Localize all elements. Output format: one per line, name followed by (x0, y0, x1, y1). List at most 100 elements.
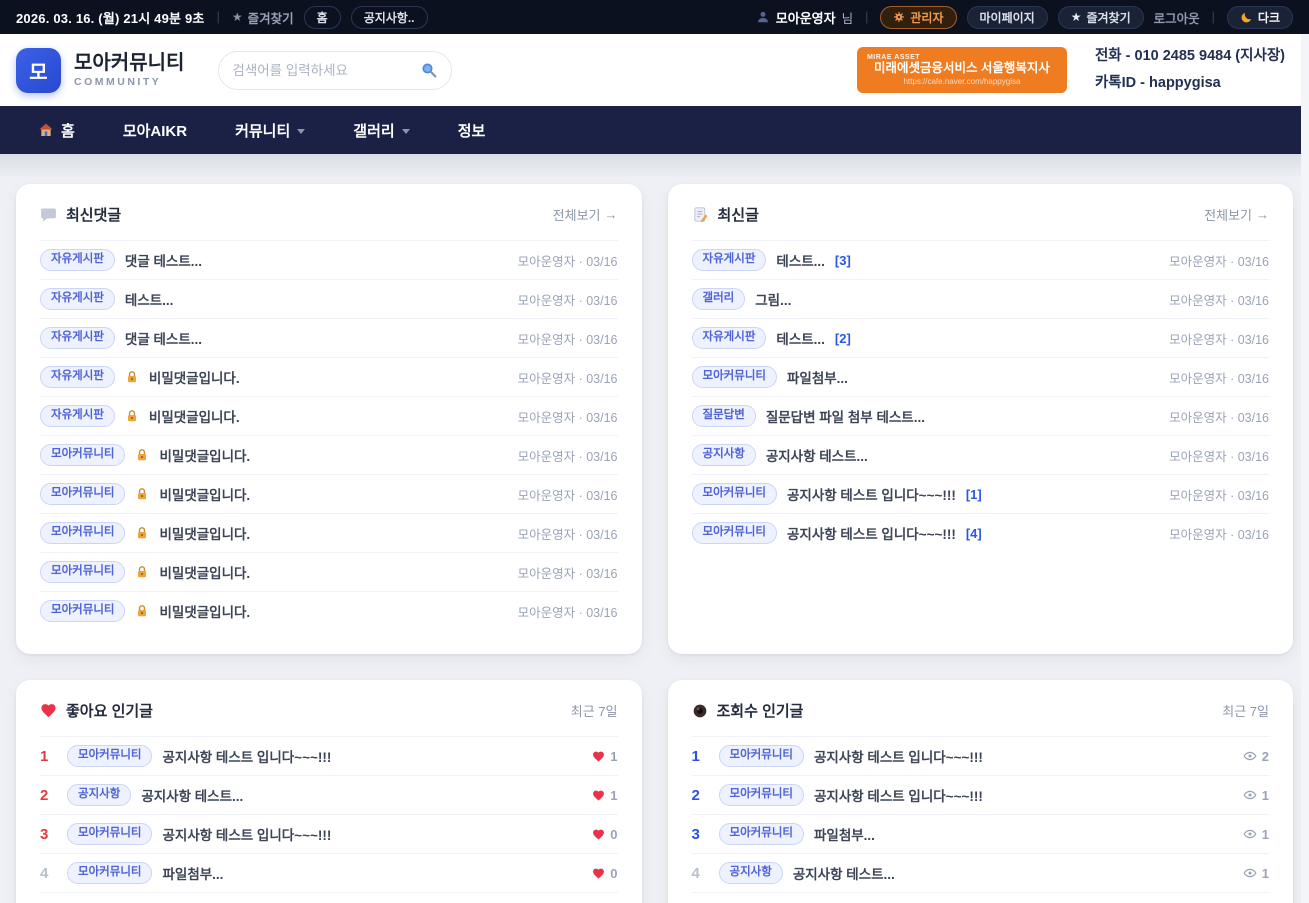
nav-community[interactable]: 커뮤니티 (235, 120, 305, 141)
rank-number: 3 (40, 826, 57, 843)
chevron-down-icon (297, 129, 305, 134)
eye-icon (1243, 866, 1257, 880)
main-content: 최신댓글 전체보기→ 자유게시판댓글 테스트...모아운영자 · 03/16 자… (0, 154, 1309, 903)
list-item[interactable]: 자유게시판비밀댓글입니다.모아운영자 · 03/16 (40, 396, 618, 435)
item-text: 댓글 테스트... (125, 328, 202, 348)
list-item[interactable]: 4공지사항공지사항 테스트...1 (692, 853, 1270, 892)
site-subtitle: COMMUNITY (74, 76, 184, 88)
divider: | (217, 10, 220, 24)
lock-icon (135, 487, 149, 501)
list-item[interactable]: 모아커뮤니티공지사항 테스트 입니다~~~!!![4]모아운영자 · 03/16 (692, 513, 1270, 552)
card-header: 좋아요 인기글 최근 7일 (16, 680, 642, 736)
list-item[interactable]: 공지사항공지사항 테스트...모아운영자 · 03/16 (692, 435, 1270, 474)
ad-banner[interactable]: MIRAE ASSET 미래에셋금융서비스 서울행복지사 https://caf… (857, 47, 1067, 93)
list-item[interactable]: 1모아커뮤니티공지사항 테스트 입니다~~~!!!2 (692, 736, 1270, 775)
list-item[interactable]: 모아커뮤니티파일첨부...모아운영자 · 03/16 (692, 357, 1270, 396)
logout-button[interactable]: 로그아웃 (1154, 8, 1200, 27)
item-meta: 모아운영자 · 03/16 (518, 329, 618, 348)
nav-moa-aikr[interactable]: 모아AIKR (123, 120, 187, 141)
item-meta: 모아운영자 · 03/16 (518, 524, 618, 543)
admin-button[interactable]: 관리자 (880, 6, 956, 29)
view-all-link[interactable]: 전체보기→ (553, 205, 618, 224)
item-text: 테스트... (776, 328, 825, 348)
list-item[interactable]: 2모아커뮤니티공지사항 테스트 입니다~~~!!!1 (692, 775, 1270, 814)
lock-icon (135, 565, 149, 579)
contact-info: 전화 - 010 2485 9484 (지사장) 카톡ID - happygis… (1095, 43, 1293, 97)
card-title: 좋아요 인기글 (66, 700, 153, 721)
card-title: 최신글 (718, 204, 759, 225)
viewed-list: 1모아커뮤니티공지사항 테스트 입니다~~~!!!2 2모아커뮤니티공지사항 테… (668, 736, 1294, 903)
view-count: 1 (1243, 827, 1269, 842)
comment-list: 자유게시판댓글 테스트...모아운영자 · 03/16 자유게시판테스트...모… (16, 240, 642, 630)
board-badge: 자유게시판 (692, 249, 767, 271)
liked-posts-card: 좋아요 인기글 최근 7일 1모아커뮤니티공지사항 테스트 입니다~~~!!!1… (16, 680, 642, 903)
item-meta: 모아운영자 · 03/16 (518, 446, 618, 465)
nav-home[interactable]: 홈 (38, 120, 75, 141)
scrollbar[interactable] (1301, 34, 1309, 903)
list-item[interactable]: 3모아커뮤니티공지사항 테스트 입니다~~~!!!0 (40, 814, 618, 853)
star-icon: ★ (1071, 10, 1082, 24)
list-item[interactable] (692, 892, 1270, 903)
view-all-link[interactable]: 전체보기→ (1204, 205, 1269, 224)
view-count: 1 (1243, 866, 1269, 881)
search-icon[interactable] (420, 61, 438, 79)
nav-gallery[interactable]: 갤러리 (353, 120, 409, 141)
item-text: 비밀댓글입니다. (159, 601, 250, 621)
item-meta: 모아운영자 · 03/16 (1169, 290, 1269, 309)
list-item[interactable]: 자유게시판댓글 테스트...모아운영자 · 03/16 (40, 318, 618, 357)
user-name: 모아운영자 (776, 8, 836, 27)
heart-icon (592, 750, 605, 763)
list-item[interactable]: 자유게시판테스트...[2]모아운영자 · 03/16 (692, 318, 1270, 357)
list-item[interactable]: 질문답변질문답변 파일 첨부 테스트...모아운영자 · 03/16 (692, 396, 1270, 435)
mypage-button[interactable]: 마이페이지 (967, 6, 1048, 29)
item-text: 비밀댓글입니다. (149, 367, 240, 387)
list-item[interactable]: 모아커뮤니티비밀댓글입니다.모아운영자 · 03/16 (40, 552, 618, 591)
heart-icon (40, 702, 57, 719)
list-item[interactable]: 모아커뮤니티비밀댓글입니다.모아운영자 · 03/16 (40, 474, 618, 513)
item-text: 그림... (755, 289, 791, 309)
board-badge: 모아커뮤니티 (40, 522, 125, 544)
favorite-link[interactable]: ★ 즐겨찾기 (232, 8, 294, 27)
home-icon (38, 122, 54, 138)
rank-number: 4 (692, 865, 709, 882)
admin-label: 관리자 (910, 9, 943, 26)
list-item[interactable] (40, 892, 618, 903)
board-badge: 모아커뮤니티 (692, 483, 777, 505)
heart-icon (592, 828, 605, 841)
lock-icon (125, 370, 139, 384)
nav-info[interactable]: 정보 (458, 120, 486, 141)
list-item[interactable]: 자유게시판테스트...모아운영자 · 03/16 (40, 279, 618, 318)
item-text: 비밀댓글입니다. (149, 406, 240, 426)
view-count: 1 (1243, 788, 1269, 803)
board-badge: 모아커뮤니티 (67, 862, 152, 884)
list-item[interactable]: 2공지사항공지사항 테스트...1 (40, 775, 618, 814)
dark-mode-toggle[interactable]: 다크 (1227, 6, 1293, 29)
item-meta: 모아운영자 · 03/16 (1169, 485, 1269, 504)
post-icon (692, 206, 709, 223)
like-count: 1 (592, 788, 617, 803)
list-item[interactable]: 모아커뮤니티비밀댓글입니다.모아운영자 · 03/16 (40, 513, 618, 552)
list-item[interactable]: 1모아커뮤니티공지사항 테스트 입니다~~~!!!1 (40, 736, 618, 775)
lock-icon (135, 448, 149, 462)
comment-count: [3] (835, 253, 851, 268)
liked-list: 1모아커뮤니티공지사항 테스트 입니다~~~!!!1 2공지사항공지사항 테스트… (16, 736, 642, 903)
list-item[interactable]: 자유게시판댓글 테스트...모아운영자 · 03/16 (40, 240, 618, 279)
list-item[interactable]: 3모아커뮤니티파일첨부...1 (692, 814, 1270, 853)
item-text: 공지사항 테스트... (766, 445, 868, 465)
list-item[interactable]: 갤러리그림...모아운영자 · 03/16 (692, 279, 1270, 318)
list-item[interactable]: 자유게시판테스트...[3]모아운영자 · 03/16 (692, 240, 1270, 279)
favorite-button[interactable]: ★ 즐겨찾기 (1058, 6, 1144, 29)
board-badge: 모아커뮤니티 (719, 745, 804, 767)
quick-link-home[interactable]: 홈 (304, 6, 341, 29)
like-count: 0 (592, 827, 617, 842)
list-item[interactable]: 모아커뮤니티비밀댓글입니다.모아운영자 · 03/16 (40, 591, 618, 630)
cards-row-2: 좋아요 인기글 최근 7일 1모아커뮤니티공지사항 테스트 입니다~~~!!!1… (16, 680, 1293, 903)
list-item[interactable]: 4모아커뮤니티파일첨부...0 (40, 853, 618, 892)
list-item[interactable]: 자유게시판비밀댓글입니다.모아운영자 · 03/16 (40, 357, 618, 396)
search-input[interactable] (232, 63, 412, 78)
site-logo[interactable]: 모 모아커뮤니티 COMMUNITY (16, 48, 184, 93)
list-item[interactable]: 모아커뮤니티공지사항 테스트 입니다~~~!!![1]모아운영자 · 03/16 (692, 474, 1270, 513)
rank-number: 4 (40, 865, 57, 882)
list-item[interactable]: 모아커뮤니티비밀댓글입니다.모아운영자 · 03/16 (40, 435, 618, 474)
quick-link-notice[interactable]: 공지사항.. (351, 6, 428, 29)
